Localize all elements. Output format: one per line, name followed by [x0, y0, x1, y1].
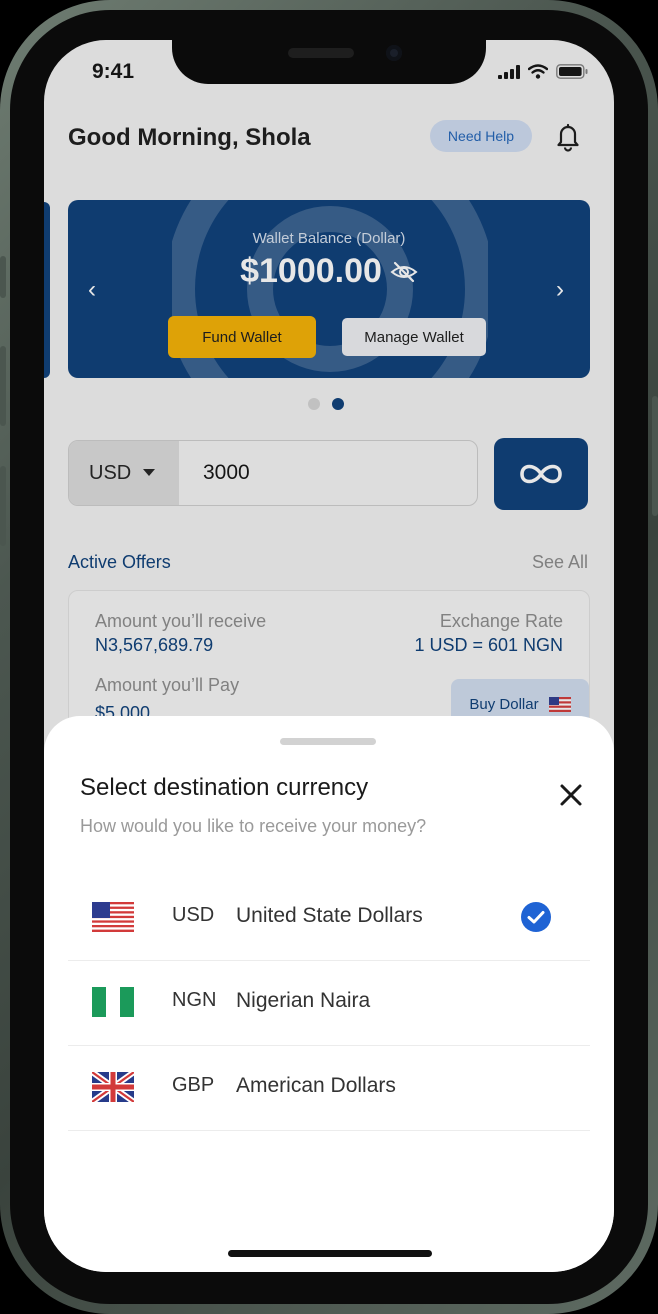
sheet-title: Select destination currency [80, 774, 369, 801]
currency-name: United State Dollars [236, 904, 423, 927]
volume-down-button [0, 466, 6, 546]
screen: 9:41 Good Morning, Shola Need Help Walle… [44, 40, 614, 1272]
currency-code: USD [172, 904, 215, 926]
currency-option-usd[interactable]: USD United State Dollars [68, 876, 590, 961]
front-camera [386, 45, 402, 61]
currency-option-ngn[interactable]: NGN Nigerian Naira [68, 961, 590, 1046]
gb-flag-icon [92, 1072, 134, 1102]
close-icon[interactable] [556, 780, 586, 810]
check-circle-icon [521, 902, 551, 932]
silent-switch [0, 256, 6, 298]
currency-bottom-sheet: Select destination currency How would yo… [44, 716, 614, 1272]
currency-option-gbp[interactable]: GBP American Dollars [68, 1046, 590, 1131]
sheet-grabber[interactable] [280, 738, 376, 745]
power-button [652, 396, 658, 516]
speaker [288, 48, 354, 58]
home-indicator[interactable] [228, 1250, 432, 1257]
currency-name: Nigerian Naira [236, 989, 371, 1012]
currency-code: NGN [172, 989, 217, 1011]
currency-code: GBP [172, 1074, 215, 1096]
sheet-subtitle: How would you like to receive your money… [80, 816, 427, 836]
notch [172, 40, 486, 84]
currency-name: American Dollars [236, 1074, 396, 1097]
volume-up-button [0, 346, 6, 426]
us-flag-icon [92, 902, 134, 932]
ng-flag-icon [92, 987, 134, 1017]
